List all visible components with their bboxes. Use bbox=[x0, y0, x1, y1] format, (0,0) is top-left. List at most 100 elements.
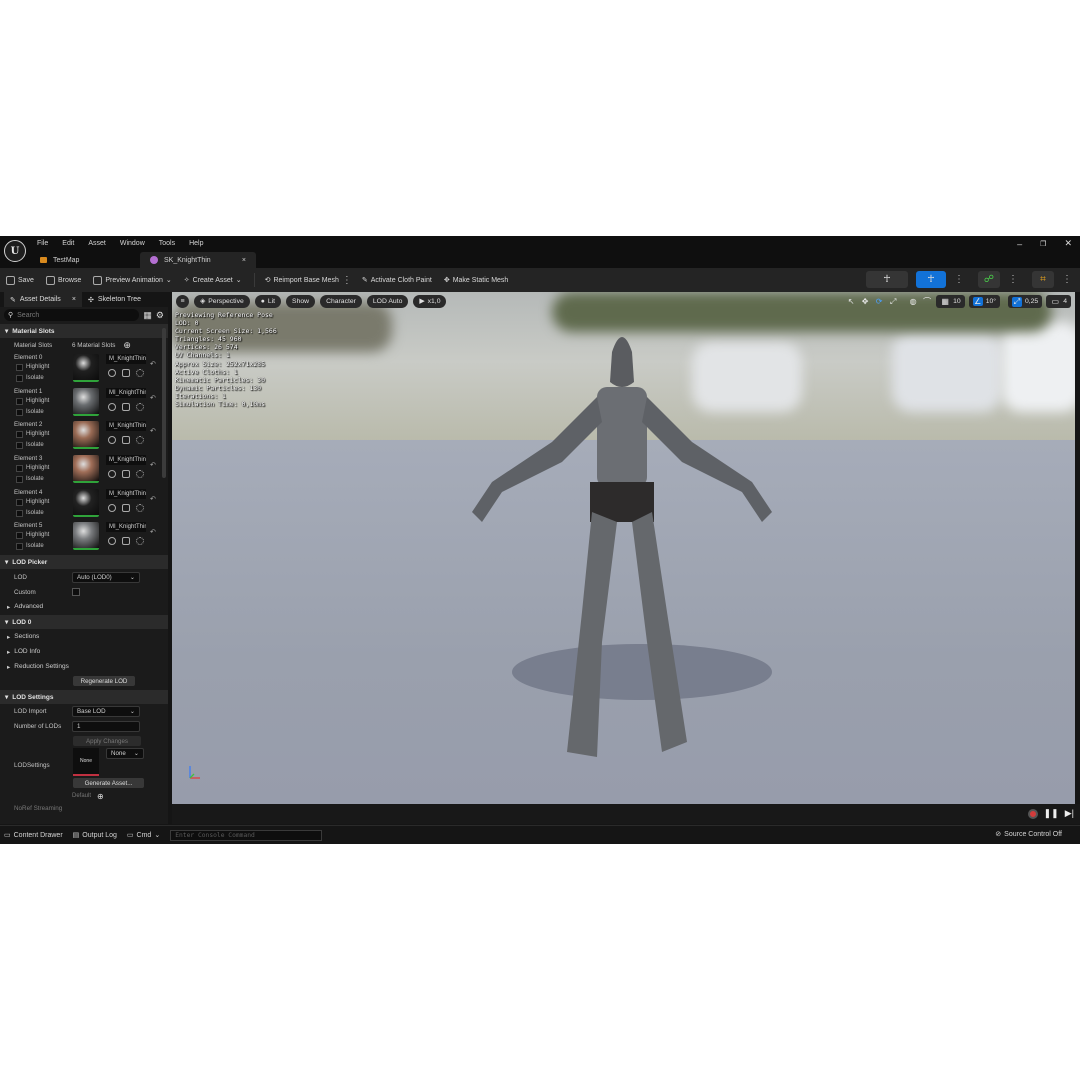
custom-checkbox[interactable] bbox=[72, 588, 80, 597]
close-icon[interactable]: × bbox=[72, 296, 76, 303]
output-log-button[interactable]: ▤ Output Log bbox=[73, 831, 117, 840]
reset-icon[interactable]: ↶ bbox=[150, 394, 156, 402]
material-thumbnail[interactable] bbox=[73, 421, 99, 450]
more-icon[interactable]: ⋮ bbox=[1008, 274, 1018, 285]
generate-asset-button[interactable]: Generate Asset... bbox=[73, 778, 144, 789]
lodsettings-dropdown[interactable]: None ⌄ bbox=[106, 748, 144, 760]
regenerate-lod-button[interactable]: Regenerate LOD bbox=[73, 676, 135, 687]
material-thumbnail[interactable] bbox=[73, 488, 99, 517]
browse-icon[interactable] bbox=[122, 402, 130, 411]
add-icon[interactable]: ⊕ bbox=[123, 340, 131, 351]
material-thumbnail[interactable] bbox=[73, 387, 99, 416]
advanced-row[interactable]: ▸ Advanced bbox=[0, 599, 168, 614]
show-button[interactable]: Show bbox=[286, 294, 316, 308]
lod-info-row[interactable]: ▸ LOD Info bbox=[0, 644, 168, 659]
reset-icon[interactable]: ↶ bbox=[150, 495, 156, 503]
tab-testmap[interactable]: TestMap bbox=[30, 252, 140, 268]
knight-mesh[interactable] bbox=[452, 312, 792, 802]
viewport-menu-button[interactable]: ≡ bbox=[176, 294, 189, 308]
browse-icon[interactable] bbox=[122, 470, 130, 479]
reset-icon[interactable]: ↶ bbox=[150, 461, 156, 469]
reduction-settings-row[interactable]: ▸ Reduction Settings bbox=[0, 659, 168, 674]
rotation-snap-button[interactable]: ∠ 10° bbox=[968, 295, 1000, 308]
menu-asset[interactable]: Asset bbox=[88, 240, 106, 247]
section-lod-settings[interactable]: ▾ LOD Settings bbox=[0, 690, 168, 705]
rotate-icon[interactable]: ⟳ bbox=[874, 297, 884, 306]
more-icon[interactable]: ⋮ bbox=[342, 275, 352, 286]
reset-icon[interactable]: ↶ bbox=[150, 427, 156, 435]
highlight-checkbox[interactable] bbox=[16, 431, 23, 439]
settings-icon[interactable] bbox=[136, 537, 144, 546]
grid-view-icon[interactable]: ▦ bbox=[143, 310, 152, 321]
isolate-checkbox[interactable] bbox=[16, 476, 23, 484]
world-local-icon[interactable]: ◍ bbox=[908, 297, 918, 306]
highlight-checkbox[interactable] bbox=[16, 498, 23, 506]
close-window-button[interactable]: ✕ bbox=[1064, 238, 1072, 249]
number-of-lods-input[interactable]: 1 bbox=[72, 721, 140, 733]
tab-asset-details[interactable]: ✎ Asset Details × bbox=[4, 292, 82, 307]
browse-icon[interactable] bbox=[122, 436, 130, 445]
character-button[interactable]: Character bbox=[320, 294, 362, 308]
isolate-checkbox[interactable] bbox=[16, 442, 23, 450]
lod-auto-button[interactable]: LOD Auto bbox=[366, 294, 409, 308]
step-forward-icon[interactable]: ▶| bbox=[1065, 808, 1074, 819]
menu-help[interactable]: Help bbox=[189, 240, 203, 247]
camera-speed-button[interactable]: ▭ 4 bbox=[1046, 295, 1071, 308]
save-button[interactable]: Save bbox=[6, 275, 34, 285]
reset-icon[interactable]: ↶ bbox=[150, 360, 156, 368]
settings-icon[interactable] bbox=[136, 369, 144, 377]
browse-icon[interactable] bbox=[122, 503, 130, 512]
material-name-field[interactable]: M_KnightThin bbox=[106, 354, 146, 364]
scale-snap-button[interactable]: ⤢ 0,25 bbox=[1007, 295, 1043, 308]
make-static-mesh-button[interactable]: ✥ Make Static Mesh bbox=[444, 276, 509, 285]
record-icon[interactable] bbox=[1027, 808, 1038, 819]
isolate-checkbox[interactable] bbox=[16, 509, 23, 517]
highlight-checkbox[interactable] bbox=[16, 465, 23, 473]
minimize-button[interactable]: – bbox=[1017, 239, 1022, 249]
use-selected-icon[interactable] bbox=[108, 470, 116, 479]
restore-button[interactable]: ❐ bbox=[1040, 240, 1046, 248]
perspective-button[interactable]: ◈ Perspective bbox=[194, 294, 250, 308]
browse-icon[interactable] bbox=[122, 537, 130, 546]
section-lod0[interactable]: ▾ LOD 0 bbox=[0, 615, 168, 630]
menu-window[interactable]: Window bbox=[120, 240, 145, 247]
select-icon[interactable]: ↖ bbox=[846, 297, 856, 306]
lod-import-dropdown[interactable]: Base LOD ⌄ bbox=[72, 706, 140, 718]
menu-tools[interactable]: Tools bbox=[159, 240, 175, 247]
more-icon[interactable]: ⋮ bbox=[1062, 274, 1072, 285]
pause-icon[interactable]: ❚❚ bbox=[1044, 808, 1059, 819]
use-selected-icon[interactable] bbox=[108, 402, 116, 411]
skeleton-mode-button[interactable]: ☥ bbox=[866, 271, 908, 288]
panel-scrollbar[interactable] bbox=[162, 328, 166, 478]
add-icon[interactable]: ⊕ bbox=[97, 792, 104, 801]
surface-snap-icon[interactable]: ⌒ bbox=[922, 296, 932, 307]
use-selected-icon[interactable] bbox=[108, 436, 116, 445]
activate-cloth-paint-button[interactable]: ✎ Activate Cloth Paint bbox=[362, 276, 432, 285]
menu-edit[interactable]: Edit bbox=[62, 240, 74, 247]
use-selected-icon[interactable] bbox=[108, 503, 116, 512]
viewport[interactable]: ≡ ◈ Perspective ● Lit Show Character LOD A… bbox=[172, 292, 1075, 804]
reset-icon[interactable]: ↶ bbox=[150, 528, 156, 536]
material-name-field[interactable]: M_KnightThin bbox=[106, 455, 146, 466]
settings-icon[interactable] bbox=[136, 503, 144, 512]
material-thumbnail[interactable] bbox=[73, 354, 99, 382]
settings-icon[interactable] bbox=[136, 470, 144, 479]
isolate-checkbox[interactable] bbox=[16, 408, 23, 416]
tab-close-icon[interactable]: × bbox=[242, 257, 246, 264]
highlight-checkbox[interactable] bbox=[16, 532, 23, 540]
browse-icon[interactable] bbox=[122, 369, 130, 377]
tab-skeleton-tree[interactable]: ✣ Skeleton Tree bbox=[82, 292, 147, 307]
isolate-checkbox[interactable] bbox=[16, 375, 23, 382]
blueprint-mode-button[interactable]: ⌗ bbox=[1032, 271, 1054, 288]
highlight-checkbox[interactable] bbox=[16, 364, 23, 371]
search-input[interactable]: ⚲ Search bbox=[4, 309, 140, 321]
material-name-field[interactable]: MI_KnightThin bbox=[106, 387, 146, 398]
material-thumbnail[interactable] bbox=[73, 455, 99, 484]
material-name-field[interactable]: MI_KnightThin bbox=[106, 522, 146, 533]
scale-icon[interactable]: ⤢ bbox=[888, 297, 898, 307]
sections-row[interactable]: ▸ Sections bbox=[0, 629, 168, 644]
playback-speed-button[interactable]: ▶ x1,0 bbox=[413, 294, 447, 308]
lodsettings-thumbnail[interactable]: None bbox=[73, 748, 99, 777]
menu-file[interactable]: File bbox=[37, 240, 48, 247]
browse-button[interactable]: Browse bbox=[45, 275, 81, 285]
